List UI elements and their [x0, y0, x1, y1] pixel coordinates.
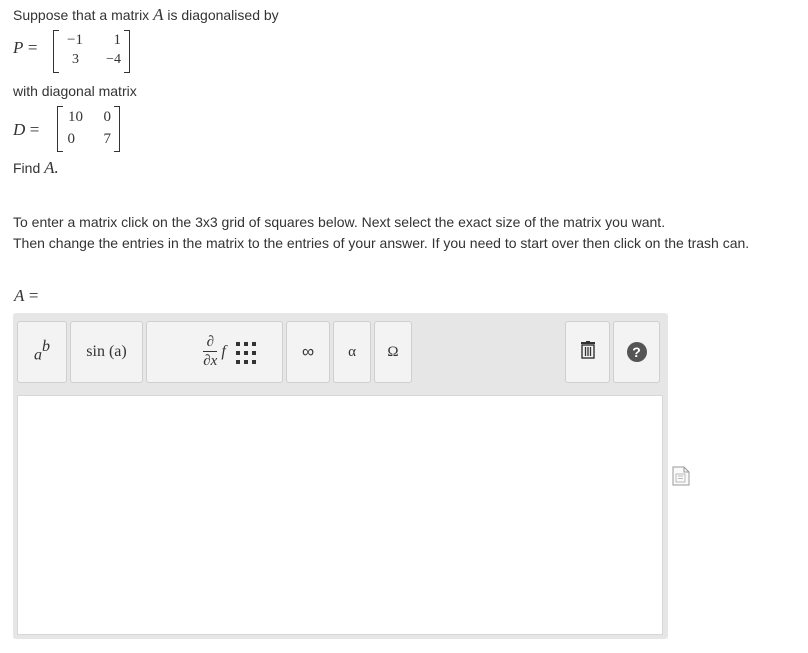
find-text: Find A. [13, 158, 59, 177]
answer-label: A = [14, 286, 39, 305]
math-editor: ab sin (a) ∂ ∂x f ∞ α Ω ? [13, 313, 668, 639]
infinity-button[interactable]: ∞ [286, 321, 330, 383]
matrix-p-cell: −4 [106, 52, 121, 67]
matrix-p: −1 1 3 −4 [53, 30, 130, 73]
d-matrix-label: D = [13, 120, 40, 139]
matrix-d-cell: 0 [67, 131, 76, 147]
trash-button[interactable] [565, 321, 610, 383]
help-button[interactable]: ? [613, 321, 660, 383]
matrix-d: 10 0 0 7 [57, 106, 120, 152]
sin-function-button[interactable]: sin (a) [70, 321, 143, 383]
p-matrix-label: P = [13, 38, 38, 57]
derivative-button[interactable]: ∂ ∂x f [146, 321, 283, 383]
matrix-p-cell: 1 [113, 32, 122, 48]
answer-input-area[interactable] [17, 395, 663, 635]
matrix-d-cell: 0 [103, 109, 112, 125]
question-intro: Suppose that a matrix A is diagonalised … [13, 5, 279, 24]
matrix-grid-icon[interactable] [235, 340, 257, 366]
matrix-p-cell: 3 [72, 52, 79, 67]
instruction-line-1: To enter a matrix click on the 3x3 grid … [13, 214, 666, 230]
with-diagonal-text: with diagonal matrix [13, 83, 137, 99]
matrix-d-cell: 7 [103, 131, 112, 147]
power-button[interactable]: ab [17, 321, 67, 383]
greek-alpha-button[interactable]: α [333, 321, 371, 383]
trash-icon [580, 340, 596, 364]
document-preview-icon[interactable] [672, 466, 690, 486]
matrix-p-cell: −1 [67, 32, 83, 48]
symbol-omega-button[interactable]: Ω [374, 321, 412, 383]
help-icon: ? [626, 342, 647, 362]
instruction-line-2: Then change the entries in the matrix to… [13, 235, 750, 251]
matrix-d-cell: 10 [68, 109, 83, 125]
